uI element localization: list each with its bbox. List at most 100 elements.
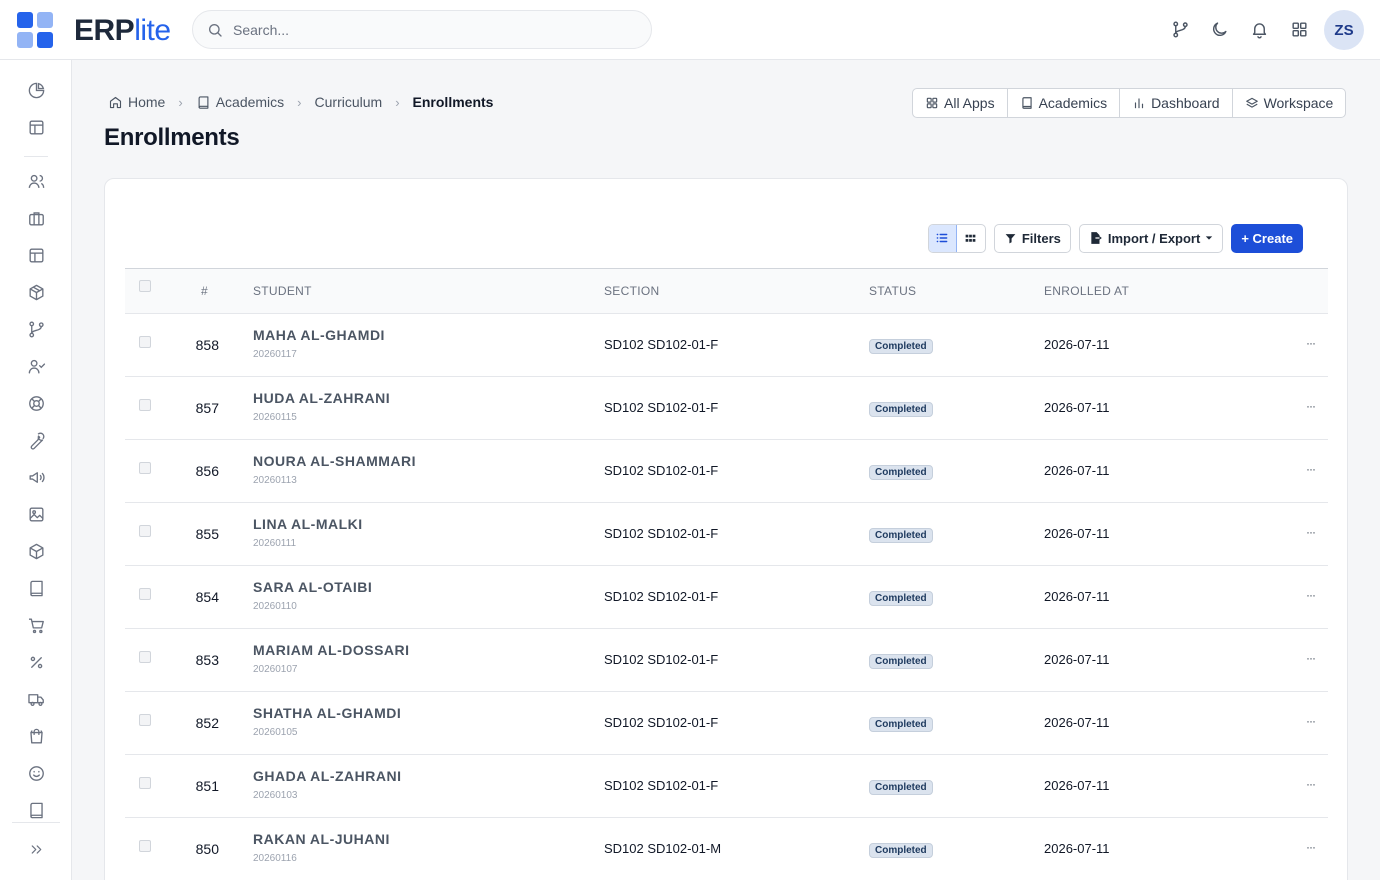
list-view-button[interactable] xyxy=(928,224,957,252)
row-checkbox[interactable] xyxy=(139,336,151,348)
user-check-icon[interactable] xyxy=(25,355,47,377)
student-code: 20260111 xyxy=(253,538,297,549)
academics-label: Academics xyxy=(1038,95,1108,111)
dashboard-button[interactable]: Dashboard xyxy=(1120,89,1233,117)
book-open-icon[interactable] xyxy=(25,799,47,821)
brand-main: ERP xyxy=(74,14,135,47)
lifebuoy-icon[interactable] xyxy=(25,392,47,414)
row-actions-button[interactable]: ··· xyxy=(1306,588,1316,602)
enrolled-date: 2026-07-11 xyxy=(1044,589,1110,604)
git-branch-icon[interactable] xyxy=(1169,18,1191,40)
table-row[interactable]: 851 GHADA AL-ZAHRANI 20260103 SD102 SD102-0… xyxy=(125,755,1328,818)
col-section[interactable]: SECTION xyxy=(604,284,659,298)
table-row[interactable]: 856 NOURA AL-SHAMMARI 20260113 SD102 SD102-… xyxy=(125,440,1328,503)
breadcrumb-home[interactable]: Home xyxy=(108,94,165,110)
package-icon[interactable] xyxy=(25,540,47,562)
student-name[interactable]: HUDA AL-ZAHRANI xyxy=(253,390,390,406)
col-enrolled-at[interactable]: ENROLLED AT xyxy=(1044,284,1129,298)
row-checkbox[interactable] xyxy=(139,525,151,537)
row-actions-button[interactable]: ··· xyxy=(1306,399,1316,413)
table-row[interactable]: 858 MAHA AL-GHAMDI 20260117 SD102 SD102-01-… xyxy=(125,314,1328,377)
box-icon[interactable] xyxy=(25,281,47,303)
brand-logo[interactable]: ERPlite xyxy=(74,14,171,48)
truck-icon[interactable] xyxy=(25,688,47,710)
grid-icon xyxy=(965,234,976,242)
student-code: 20260103 xyxy=(253,790,298,801)
git-branch-icon[interactable] xyxy=(25,318,47,340)
shopping-bag-icon[interactable] xyxy=(25,725,47,747)
enrolled-date: 2026-07-11 xyxy=(1044,400,1110,415)
filters-button[interactable]: Filters xyxy=(993,223,1071,253)
student-name[interactable]: GHADA AL-ZAHRANI xyxy=(253,768,402,784)
expand-icon[interactable] xyxy=(25,838,47,860)
search-box xyxy=(192,10,652,49)
student-name[interactable]: LINA AL-MALKI xyxy=(253,516,363,532)
table-row[interactable]: 855 LINA AL-MALKI 20260111 SD102 SD102-01-F… xyxy=(125,503,1328,566)
pie-chart-icon[interactable] xyxy=(25,79,47,101)
row-checkbox[interactable] xyxy=(139,462,151,474)
table-header: # STUDENT SECTION STATUS ENROLLED AT xyxy=(125,268,1328,314)
row-actions-button[interactable]: ··· xyxy=(1306,714,1316,728)
student-name[interactable]: MAHA AL-GHAMDI xyxy=(253,327,385,343)
table-row[interactable]: 853 MARIAM AL-DOSSARI 20260107 SD102 SD102-… xyxy=(125,629,1328,692)
row-checkbox[interactable] xyxy=(139,777,151,789)
row-checkbox[interactable] xyxy=(139,588,151,600)
row-actions-button[interactable]: ··· xyxy=(1306,462,1316,476)
create-button[interactable]: + Create xyxy=(1231,223,1303,253)
smile-icon[interactable] xyxy=(25,762,47,784)
bar-chart-icon xyxy=(1134,98,1144,109)
breadcrumb-curriculum-label: Curriculum xyxy=(314,94,383,110)
import-export-button[interactable]: Import / Export xyxy=(1078,223,1224,253)
workspace-button[interactable]: Workspace xyxy=(1233,89,1346,117)
cart-icon[interactable] xyxy=(25,614,47,636)
student-name[interactable]: SHATHA AL-GHAMDI xyxy=(253,705,401,721)
briefcase-icon[interactable] xyxy=(25,207,47,229)
col-student[interactable]: STUDENT xyxy=(253,284,312,298)
breadcrumb-curriculum[interactable]: Curriculum xyxy=(315,94,383,110)
section-value: SD102 SD102-01-F xyxy=(604,652,719,667)
logo-mark[interactable] xyxy=(17,12,53,48)
row-checkbox[interactable] xyxy=(139,651,151,663)
bell-icon[interactable] xyxy=(1248,18,1270,40)
apps-grid-icon[interactable] xyxy=(1288,18,1310,40)
row-actions-button[interactable]: ··· xyxy=(1306,525,1316,539)
col-status[interactable]: STATUS xyxy=(869,284,916,298)
row-actions-button[interactable]: ··· xyxy=(1306,777,1316,791)
table-row[interactable]: 854 SARA AL-OTAIBI 20260110 SD102 SD102-01-… xyxy=(125,566,1328,629)
moon-icon[interactable] xyxy=(1208,18,1230,40)
book-icon[interactable] xyxy=(25,577,47,599)
table-row[interactable]: 850 RAKAN AL-JUHANI 20260116 SD102 SD102-01… xyxy=(125,818,1328,880)
select-all-checkbox[interactable] xyxy=(139,280,151,292)
student-code: 20260107 xyxy=(253,664,298,675)
section-value: SD102 SD102-01-F xyxy=(604,589,719,604)
student-name[interactable]: SARA AL-OTAIBI xyxy=(253,579,372,595)
row-checkbox[interactable] xyxy=(139,714,151,726)
table-icon[interactable] xyxy=(25,244,47,266)
user-avatar[interactable]: ZS xyxy=(1324,10,1364,50)
row-checkbox[interactable] xyxy=(139,399,151,411)
row-actions-button[interactable]: ··· xyxy=(1306,840,1316,854)
row-actions-button[interactable]: ··· xyxy=(1306,651,1316,665)
all-apps-button[interactable]: All Apps xyxy=(913,89,1008,117)
student-name[interactable]: NOURA AL-SHAMMARI xyxy=(253,453,416,469)
student-name[interactable]: MARIAM AL-DOSSARI xyxy=(253,642,410,658)
grid-view-button[interactable] xyxy=(957,225,985,252)
layout-icon[interactable] xyxy=(25,116,47,138)
table-row[interactable]: 852 SHATHA AL-GHAMDI 20260105 SD102 SD102-0… xyxy=(125,692,1328,755)
student-name[interactable]: RAKAN AL-JUHANI xyxy=(253,831,390,847)
percent-icon[interactable] xyxy=(25,651,47,673)
image-icon[interactable] xyxy=(25,503,47,525)
breadcrumb-academics[interactable]: Academics xyxy=(196,94,284,110)
users-icon[interactable] xyxy=(25,170,47,192)
row-actions-button[interactable]: ··· xyxy=(1306,336,1316,350)
academics-button[interactable]: Academics xyxy=(1008,89,1121,117)
search-input[interactable] xyxy=(233,19,633,41)
table-row[interactable]: 857 HUDA AL-ZAHRANI 20260115 SD102 SD102-01… xyxy=(125,377,1328,440)
row-checkbox[interactable] xyxy=(139,840,151,852)
wrench-icon[interactable] xyxy=(25,429,47,451)
breadcrumb-academics-label: Academics xyxy=(215,94,285,110)
megaphone-icon[interactable] xyxy=(25,466,47,488)
breadcrumb-separator: › xyxy=(395,94,400,110)
status-badge: Completed xyxy=(869,843,933,858)
filters-label: Filters xyxy=(1021,230,1061,246)
